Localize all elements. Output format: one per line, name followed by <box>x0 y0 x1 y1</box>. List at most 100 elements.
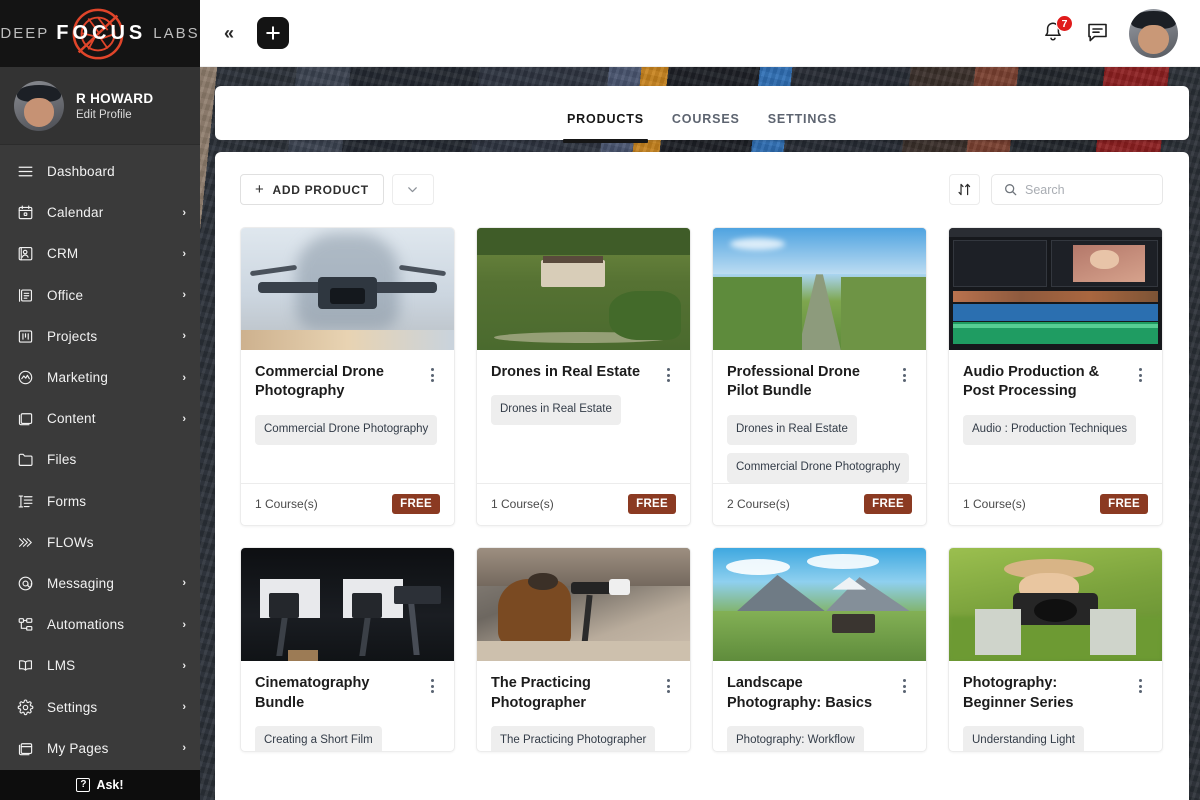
sidebar-item-office[interactable]: Office› <box>0 275 200 316</box>
chevron-right-icon: › <box>182 372 186 384</box>
sidebar-item-label: Dashboard <box>47 164 186 179</box>
add-product-dropdown-button[interactable] <box>392 174 434 205</box>
product-card-body: Cinematography Bundle Creating a Short Fi… <box>241 661 454 750</box>
brand-word-labs: LABS <box>153 25 199 42</box>
chevron-right-icon: › <box>182 413 186 425</box>
product-thumbnail <box>477 228 690 350</box>
sidebar-item-calendar[interactable]: Calendar› <box>0 192 200 233</box>
sidebar-profile[interactable]: R HOWARD Edit Profile <box>0 67 200 145</box>
course-count: 1 Course(s) <box>963 497 1026 511</box>
sidebar-item-crm[interactable]: CRM› <box>0 233 200 274</box>
product-tags: Understanding Light <box>963 726 1148 750</box>
product-options-menu-icon[interactable] <box>424 674 440 693</box>
product-card-footer: 1 Course(s)FREE <box>477 483 690 525</box>
form-icon <box>16 492 34 510</box>
product-card-header: Drones in Real Estate <box>491 363 676 382</box>
sort-button[interactable] <box>949 174 980 205</box>
product-card[interactable]: Audio Production & Post ProcessingAudio … <box>948 227 1163 526</box>
tab-courses[interactable]: COURSES <box>658 112 754 140</box>
chevron-right-icon: › <box>182 577 186 589</box>
book-icon <box>16 657 34 675</box>
sidebar-item-messaging[interactable]: Messaging › <box>0 563 200 604</box>
product-tag: Commercial Drone Photography <box>727 453 909 483</box>
product-card-body: Audio Production & Post ProcessingAudio … <box>949 350 1162 483</box>
profile-name: R HOWARD <box>76 91 153 106</box>
brand-logo[interactable]: DEEP FOCUS LABS <box>0 0 200 67</box>
sidebar-item-projects[interactable]: Projects› <box>0 316 200 357</box>
product-tags: Audio : Production Techniques <box>963 415 1148 445</box>
product-card-header: Commercial Drone Photography <box>255 363 440 402</box>
sidebar-item-label: Content <box>47 411 169 426</box>
tabs-card: PRODUCTSCOURSESSETTINGS <box>215 86 1189 140</box>
product-card[interactable]: Drones in Real Estate Drones in Real Esta… <box>476 227 691 526</box>
sidebar-item-my-pages[interactable]: My Pages› <box>0 728 200 769</box>
toolbar: + ADD PRODUCT <box>215 152 1189 205</box>
add-new-button[interactable] <box>257 17 289 49</box>
plus-icon <box>265 25 281 41</box>
chevron-right-icon: › <box>182 289 186 301</box>
product-options-menu-icon[interactable] <box>1132 363 1148 382</box>
chevron-right-icon: › <box>182 660 186 672</box>
sidebar-item-label: Automations <box>47 617 169 632</box>
product-card[interactable]: Cinematography Bundle Creating a Short Fi… <box>240 547 455 752</box>
at-sign-icon <box>16 574 34 592</box>
product-card-footer: 1 Course(s)FREE <box>949 483 1162 525</box>
chevron-right-icon: › <box>182 742 186 754</box>
tab-settings[interactable]: SETTINGS <box>754 112 851 140</box>
sidebar-item-files[interactable]: Files <box>0 439 200 480</box>
product-card-body: Commercial Drone Photography Commercial D… <box>241 350 454 483</box>
product-options-menu-icon[interactable] <box>424 363 440 382</box>
product-card-body: Landscape Photography: BasicsPhotography… <box>713 661 926 750</box>
sidebar-item-content[interactable]: Content › <box>0 398 200 439</box>
sidebar-item-label: CRM <box>47 246 169 261</box>
product-title: Cinematography Bundle <box>255 674 416 713</box>
search-box[interactable] <box>991 174 1163 205</box>
product-tag: Understanding Light <box>963 726 1084 750</box>
sidebar-item-label: Files <box>47 452 186 467</box>
product-card-header: Cinematography Bundle <box>255 674 440 713</box>
product-options-menu-icon[interactable] <box>896 674 912 693</box>
user-avatar-button[interactable] <box>1129 9 1178 58</box>
sidebar-item-label: Forms <box>47 494 186 509</box>
sidebar-item-flows[interactable]: FLOWs <box>0 522 200 563</box>
contact-card-icon <box>16 245 34 263</box>
product-tags: Drones in Real Estate <box>491 395 676 425</box>
product-card-footer: 1 Course(s) FREE <box>241 483 454 525</box>
notifications-button[interactable]: 7 <box>1041 20 1067 46</box>
sidebar-item-marketing[interactable]: Marketing› <box>0 357 200 398</box>
price-badge: FREE <box>628 494 676 514</box>
product-options-menu-icon[interactable] <box>1132 674 1148 693</box>
course-count: 1 Course(s) <box>255 497 318 511</box>
product-thumbnail <box>713 228 926 350</box>
sidebar-item-settings[interactable]: Settings› <box>0 686 200 727</box>
product-title: The Practicing Photographer <box>491 674 652 713</box>
ask-bar[interactable]: ? Ask! <box>0 770 200 800</box>
megaphone-icon <box>16 369 34 387</box>
edit-profile-link[interactable]: Edit Profile <box>76 109 153 121</box>
product-card[interactable]: Photography: Beginner SeriesUnderstandin… <box>948 547 1163 752</box>
sidebar-item-automations[interactable]: Automations› <box>0 604 200 645</box>
product-options-menu-icon[interactable] <box>660 674 676 693</box>
product-tags: Creating a Short Film <box>255 726 440 750</box>
sidebar-item-forms[interactable]: Forms <box>0 481 200 522</box>
toolbar-right <box>949 174 1163 205</box>
product-tag: Commercial Drone Photography <box>255 415 437 445</box>
sort-icon <box>957 182 972 197</box>
messages-button[interactable] <box>1085 20 1111 46</box>
tab-products[interactable]: PRODUCTS <box>553 112 658 140</box>
collapse-sidebar-button[interactable]: « <box>218 22 240 44</box>
sidebar-item-label: Messaging <box>47 576 169 591</box>
product-card[interactable]: Commercial Drone Photography Commercial D… <box>240 227 455 526</box>
sidebar-item-dashboard[interactable]: Dashboard <box>0 151 200 192</box>
product-options-menu-icon[interactable] <box>660 363 676 382</box>
price-badge: FREE <box>392 494 440 514</box>
add-product-button[interactable]: + ADD PRODUCT <box>240 174 384 205</box>
product-card[interactable]: The Practicing PhotographerThe Practicin… <box>476 547 691 752</box>
product-options-menu-icon[interactable] <box>896 363 912 382</box>
chevron-right-icon: › <box>182 701 186 713</box>
product-card[interactable]: Professional Drone Pilot BundleDrones in… <box>712 227 927 526</box>
folder-icon <box>16 451 34 469</box>
sidebar-item-lms[interactable]: LMS› <box>0 645 200 686</box>
search-input[interactable] <box>1025 183 1150 197</box>
product-card[interactable]: Landscape Photography: BasicsPhotography… <box>712 547 927 752</box>
